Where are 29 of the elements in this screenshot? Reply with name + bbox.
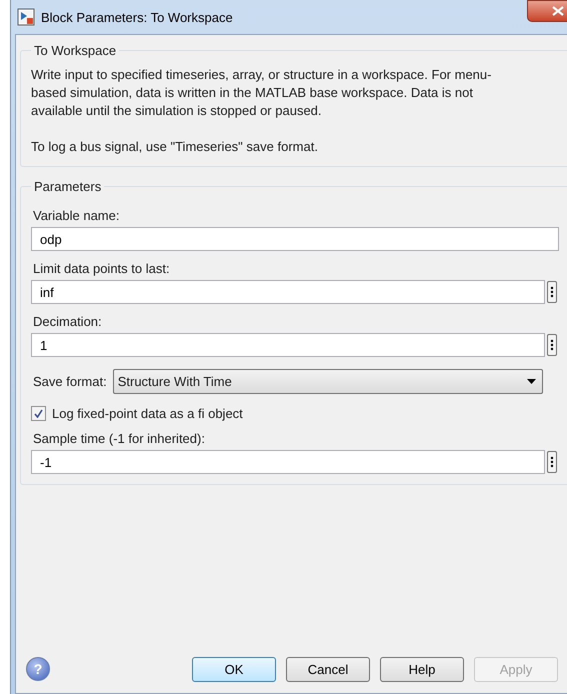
dialog-button[interactable]: Cancel [286, 657, 370, 682]
field-label: Save format: [33, 374, 107, 389]
close-icon [552, 6, 564, 16]
checkbox-label: Log fixed-point data as a fi object [52, 406, 243, 421]
dropdown[interactable]: Structure With Time [112, 369, 543, 394]
field-label: Sample time (-1 for inherited): [33, 431, 206, 446]
field-label: Variable name: [33, 208, 120, 223]
dialog-button[interactable]: OK [192, 657, 276, 682]
app-icon [17, 8, 35, 26]
field-label: Limit data points to last: [33, 261, 171, 276]
field-label: Decimation: [33, 314, 103, 329]
caret-icon [526, 379, 536, 384]
input-field[interactable]: inf [31, 280, 545, 304]
more-icon [550, 286, 554, 298]
input-field[interactable]: 1 [31, 333, 545, 357]
description-text: Write input to specified timeseries, array, or structure in a workspace. For menu-based simulation, data is written in the MATLAB base workspace. Data is not available until the simulation is stopped or paused. [31, 66, 492, 120]
more-icon [550, 456, 554, 468]
input-field[interactable]: -1 [31, 450, 545, 474]
more-icon [550, 339, 554, 351]
more-button[interactable] [547, 451, 557, 473]
input-field[interactable]: odp [31, 227, 559, 251]
dialog-button[interactable]: Help [380, 657, 464, 682]
more-button[interactable] [547, 334, 557, 356]
group-title: To Workspace [33, 43, 118, 58]
group-title: Parameters [33, 179, 102, 194]
window-title: Block Parameters: To Workspace [41, 10, 233, 24]
more-button[interactable] [547, 281, 557, 303]
description-text: To log a bus signal, use "Timeseries" save format. [31, 138, 319, 156]
checkbox[interactable] [31, 406, 46, 421]
